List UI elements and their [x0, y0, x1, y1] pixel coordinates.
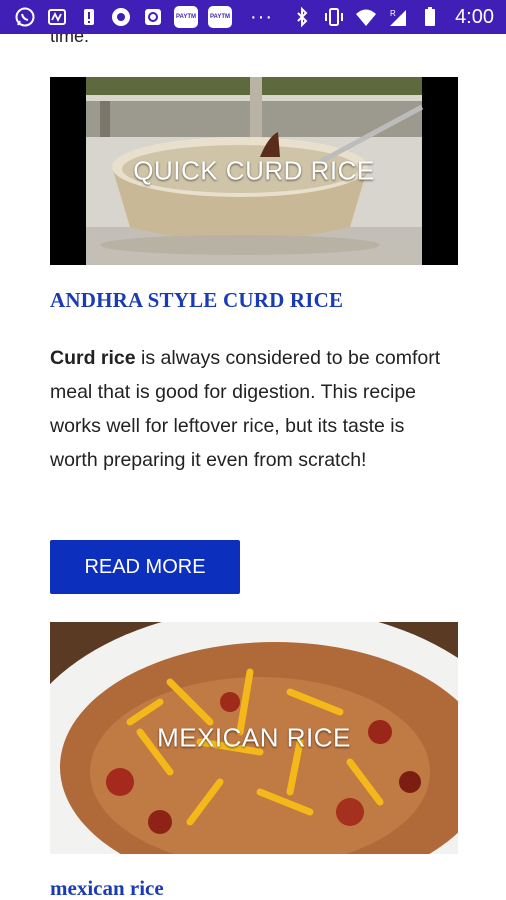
whatsapp-icon [14, 6, 36, 28]
article-list: time. QUICK CURD RICE ANDHRA STYLE CURD … [0, 34, 506, 900]
wifi-icon [355, 6, 377, 28]
more-notifications-icon: ··· [250, 6, 273, 28]
post-thumbnail-curd-rice[interactable]: QUICK CURD RICE [50, 77, 458, 265]
vibrate-icon [323, 6, 345, 28]
post-thumbnail-mexican-rice[interactable]: MEXICAN RICE [50, 622, 458, 854]
paytm-badge-icon: PAYTM [208, 6, 232, 28]
post-title-link[interactable]: ANDHRA STYLE CURD RICE [50, 288, 343, 313]
roaming-mark: R [390, 9, 396, 18]
thumbnail-caption: QUICK CURD RICE [133, 155, 375, 186]
read-more-button[interactable]: READ MORE [50, 540, 240, 594]
bluetooth-icon [291, 6, 313, 28]
battery-icon [419, 6, 441, 28]
post-title-link[interactable]: mexican rice [50, 876, 164, 900]
app-notification-icon [46, 6, 68, 28]
cell-signal-icon: R [387, 6, 409, 28]
screen-record-icon [142, 6, 164, 28]
thumbnail-caption: MEXICAN RICE [157, 722, 351, 753]
excerpt-bold-term: Curd rice [50, 347, 136, 369]
post-excerpt: Curd rice is always considered to be com… [50, 341, 450, 477]
circle-app-icon [110, 6, 132, 28]
system-icons: R 4:00 [291, 5, 494, 29]
notification-icons: PAYTM PAYTM ··· [14, 5, 273, 29]
previous-post-text: time. [50, 34, 90, 46]
alert-icon [78, 6, 100, 28]
status-bar: PAYTM PAYTM ··· R 4:00 [0, 0, 506, 34]
clock: 4:00 [455, 5, 494, 28]
paytm-badge-icon: PAYTM [174, 6, 198, 28]
